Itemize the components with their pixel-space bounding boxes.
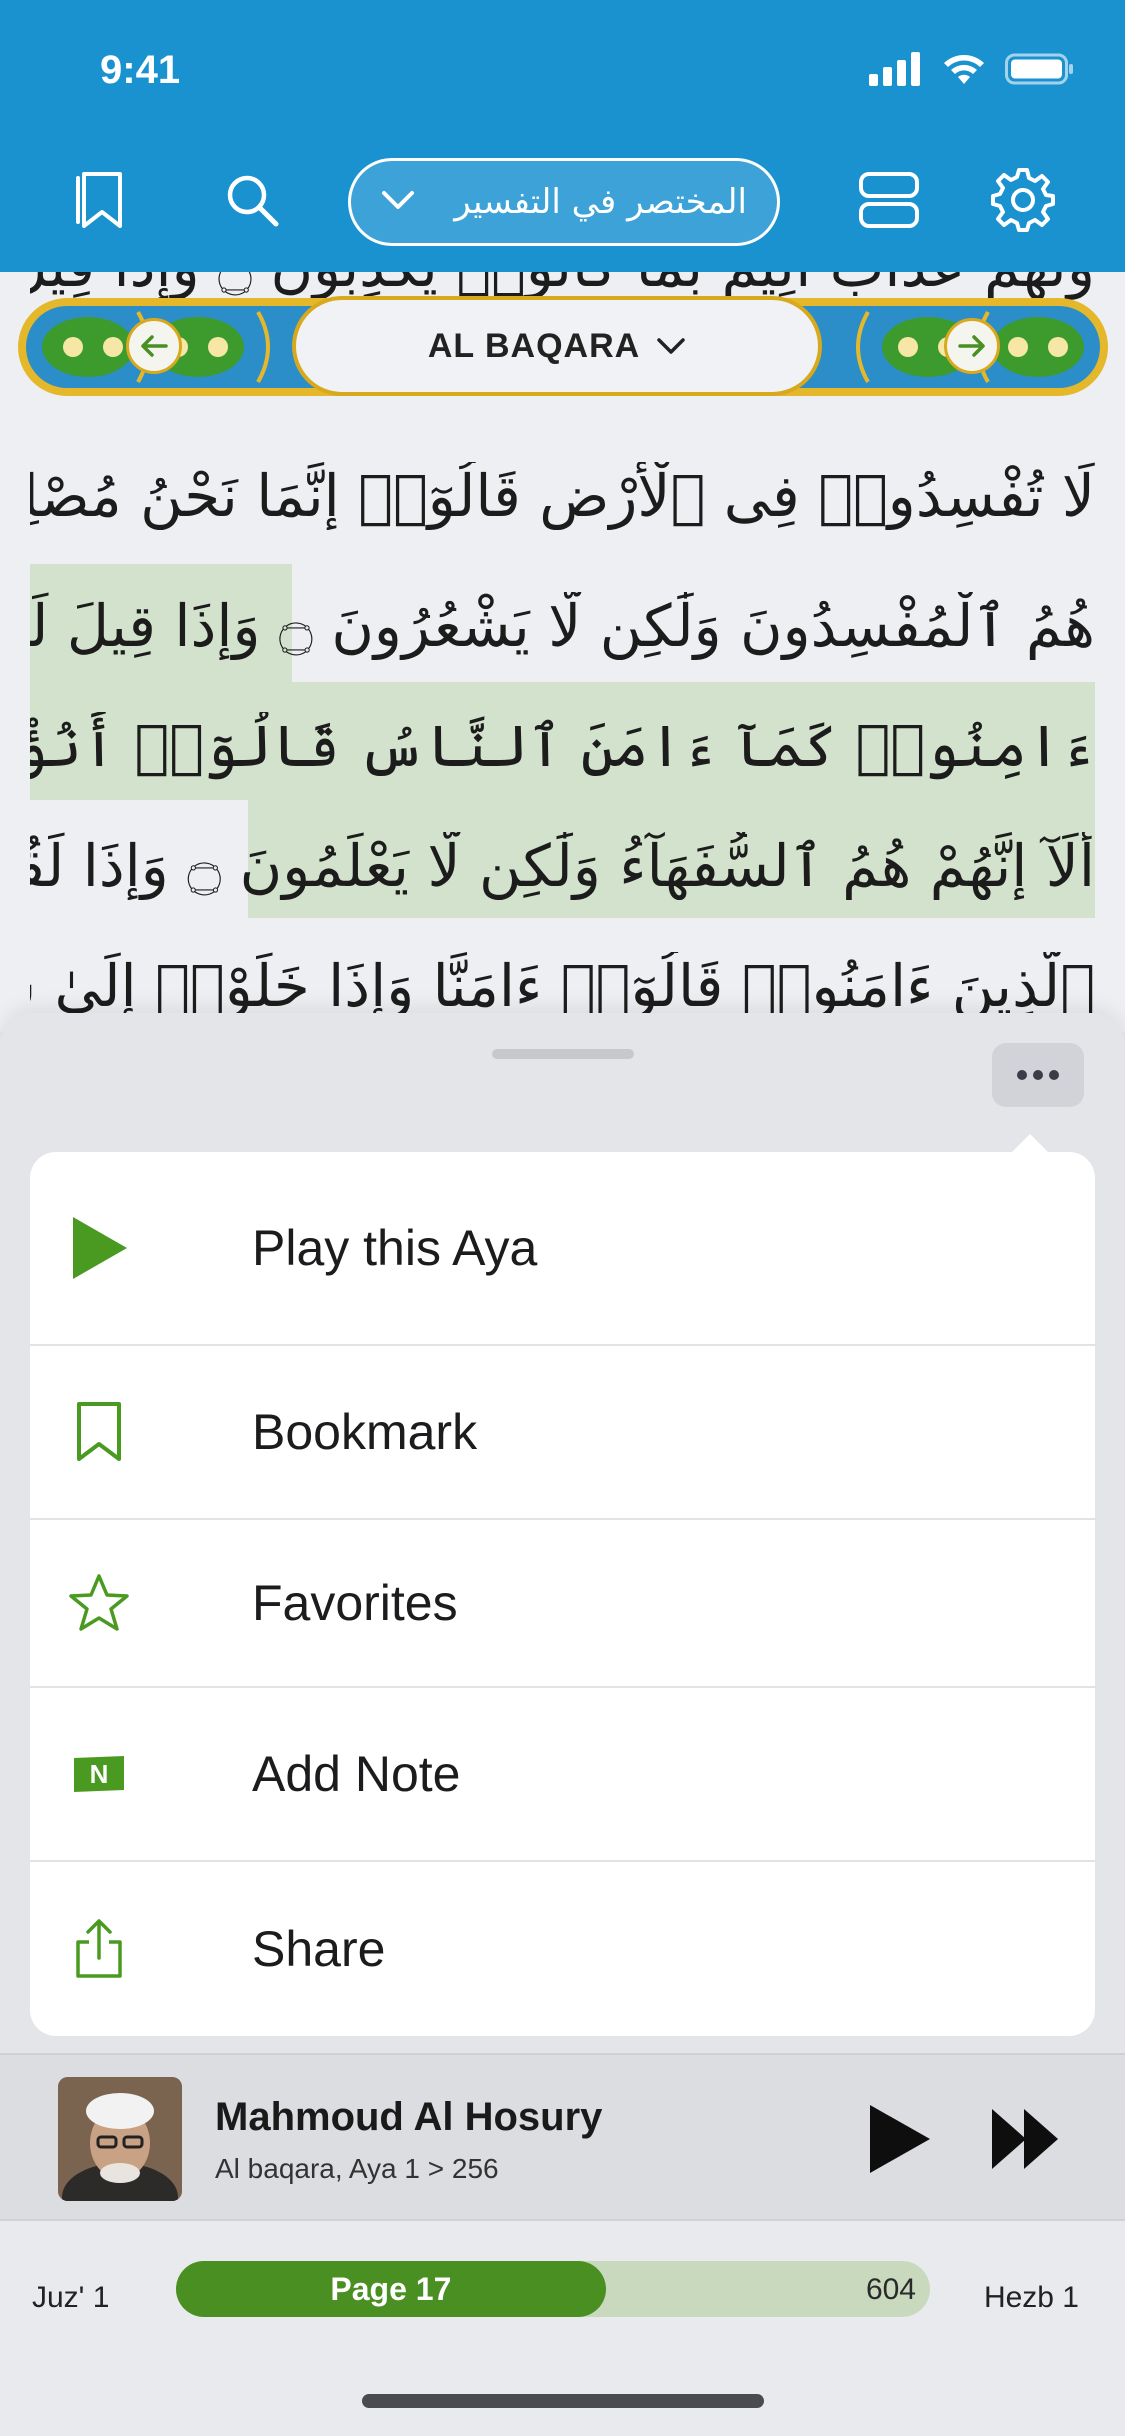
more-dot xyxy=(1017,1070,1027,1080)
quran-line[interactable]: هُمُ ٱلْمُفْسِدُونَ وَلَٰكِن لَّا يَشْعُ… xyxy=(30,592,1095,660)
fast-forward-icon xyxy=(992,2109,1058,2169)
audio-player: Mahmoud Al Hosury Al baqara, Aya 1 > 256 xyxy=(0,2053,1125,2219)
page-progress-fill: Page 17 xyxy=(176,2261,606,2317)
top-header: 9:41 المختصر في التفسير xyxy=(0,0,1125,272)
bookmark-icon[interactable] xyxy=(65,165,135,235)
play-icon xyxy=(30,1215,252,1281)
home-indicator[interactable] xyxy=(362,2394,764,2408)
more-dot xyxy=(1049,1070,1059,1080)
aya-actions-sheet: Play this Aya Bookmark Favorites N Add N… xyxy=(0,1013,1125,2053)
reciter-avatar[interactable] xyxy=(58,2077,182,2201)
menu-item-label: Play this Aya xyxy=(252,1220,538,1276)
menu-item-bookmark[interactable]: Bookmark xyxy=(30,1346,1095,1520)
total-pages-label: 604 xyxy=(865,2273,916,2306)
menu-item-favorites[interactable]: Favorites xyxy=(30,1520,1095,1688)
chevron-down-icon xyxy=(381,189,421,216)
menu-item-label: Bookmark xyxy=(252,1404,478,1460)
page-indicator-bar: Juz' 1 Page 17 604 Hezb 1 xyxy=(0,2219,1125,2436)
sheet-grabber[interactable] xyxy=(492,1049,634,1059)
menu-item-label: Add Note xyxy=(252,1746,461,1802)
menu-item-add-note[interactable]: N Add Note xyxy=(30,1688,1095,1862)
quran-line[interactable]: لَا تُفْسِدُوا۟ فِى ٱلْأَرْضِ قَالُوٓا۟ … xyxy=(30,462,1095,530)
signal-icon xyxy=(869,52,920,86)
star-icon xyxy=(30,1573,252,1633)
quran-line[interactable]: ءَامِنُوا۟ كَمَآ ءَامَنَ ٱلنَّاسُ قَالُو… xyxy=(30,712,1095,780)
play-button[interactable] xyxy=(868,2103,932,2180)
quran-line[interactable]: ٱلَّذِينَ ءَامَنُوا۟ قَالُوٓا۟ ءَامَنَّا… xyxy=(30,952,1095,1020)
aya-actions-menu: Play this Aya Bookmark Favorites N Add N… xyxy=(30,1152,1095,2036)
bookmark-icon xyxy=(30,1401,252,1463)
tafsir-selector[interactable]: المختصر في التفسير xyxy=(348,158,780,246)
hezb-label: Hezb 1 xyxy=(983,2281,1079,2314)
status-time: 9:41 xyxy=(100,48,181,92)
tafsir-label: المختصر في التفسير xyxy=(454,182,747,222)
play-icon xyxy=(870,2105,930,2173)
menu-item-play-aya[interactable]: Play this Aya xyxy=(30,1152,1095,1346)
note-icon: N xyxy=(30,1754,252,1794)
fast-forward-button[interactable] xyxy=(990,2107,1060,2176)
surah-name: AL BAQARA xyxy=(427,326,641,365)
menu-item-share[interactable]: Share xyxy=(30,1862,1095,2036)
share-icon xyxy=(30,1918,252,1980)
battery-icon xyxy=(1005,53,1073,85)
status-icons xyxy=(869,52,1075,86)
note-icon-letter: N xyxy=(90,1759,109,1789)
search-icon[interactable] xyxy=(217,165,287,235)
chevron-down-icon xyxy=(657,338,685,354)
current-page-label: Page 17 xyxy=(330,2270,452,2307)
juz-label: Juz' 1 xyxy=(32,2281,110,2314)
arrow-left-icon xyxy=(141,335,168,357)
menu-item-label: Share xyxy=(252,1921,386,1977)
previous-surah-button[interactable] xyxy=(126,318,182,374)
more-options-button[interactable] xyxy=(992,1043,1084,1107)
surah-selector[interactable]: AL BAQARA xyxy=(292,296,822,396)
more-dot xyxy=(1033,1070,1043,1080)
arrow-right-icon xyxy=(958,335,985,357)
player-subtitle: Al baqara, Aya 1 > 256 xyxy=(215,2153,499,2184)
wifi-icon xyxy=(944,55,984,84)
quran-line[interactable]: أَلَآ إِنَّهُمْ هُمُ ٱلسُّفَهَآءُ وَلَٰك… xyxy=(30,832,1095,900)
menu-item-label: Favorites xyxy=(252,1575,458,1631)
gear-icon[interactable] xyxy=(988,165,1058,235)
layout-icon[interactable] xyxy=(854,165,924,235)
reciter-name: Mahmoud Al Hosury xyxy=(215,2095,603,2139)
quran-page[interactable]: وَلَهُمْ عَذَابٌ أَلِيمٌ بِمَا كَانُوا۟ … xyxy=(0,272,1125,1032)
page-progress-slider[interactable]: Page 17 604 xyxy=(176,2261,930,2317)
next-surah-button[interactable] xyxy=(944,318,1000,374)
